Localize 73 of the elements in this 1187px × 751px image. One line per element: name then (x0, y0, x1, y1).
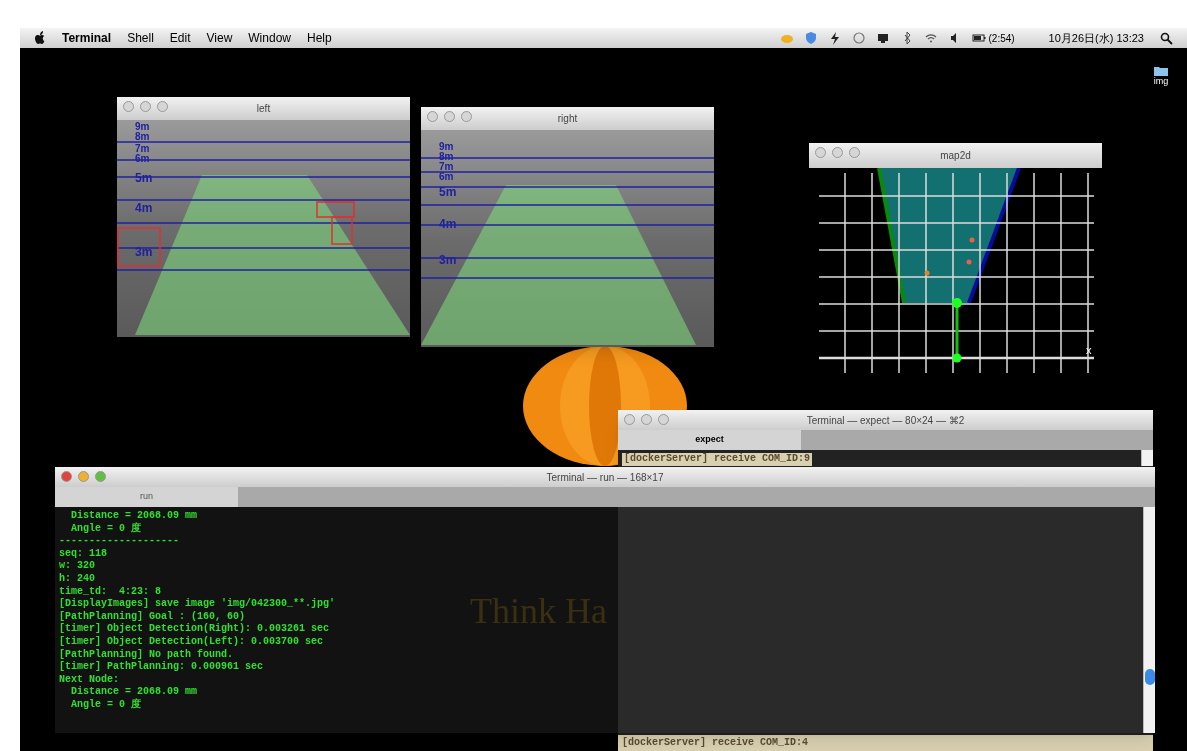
scroll-bar[interactable] (1141, 450, 1153, 466)
close-button[interactable] (61, 471, 72, 482)
scroll-bar[interactable] (1143, 507, 1155, 733)
terminal-line: [timer] Object Detection(Right): 0.003261 sec (59, 623, 330, 636)
minimize-button[interactable] (641, 414, 652, 425)
distance-label: 9m (135, 122, 150, 132)
terminal-tab[interactable]: expect (618, 430, 801, 450)
distance-label: 3m (135, 246, 153, 258)
battery-icon[interactable] (972, 31, 987, 45)
apple-icon[interactable] (34, 31, 46, 45)
terminal-line: Next Node: (59, 673, 119, 686)
terminal-line: seq: 118 (59, 547, 107, 561)
window-title: Terminal — expect — 80×24 — ⌘2 (806, 413, 965, 428)
distance-label: 4m (135, 202, 153, 214)
minimize-button[interactable] (78, 471, 89, 482)
window-title: right (557, 112, 578, 126)
minimize-button[interactable] (832, 147, 843, 158)
zoom-button[interactable] (658, 414, 669, 425)
terminal-line: Angle = 0 度 (70, 698, 141, 712)
title-bar[interactable]: Terminal — run — 168×17 (55, 467, 1155, 487)
scroll-thumb[interactable] (1145, 669, 1155, 685)
app-menu[interactable]: Terminal (62, 29, 112, 47)
menu-item[interactable]: Edit (169, 29, 191, 47)
zoom-button[interactable] (95, 471, 106, 482)
window-title: Terminal — run — 168×17 (546, 470, 664, 485)
wifi-icon[interactable] (924, 31, 939, 45)
folder-icon[interactable] (1154, 66, 1168, 76)
menu-item[interactable]: View (206, 29, 233, 47)
distance-label: 8m (135, 132, 150, 142)
close-button[interactable] (123, 101, 134, 112)
minimize-button[interactable] (444, 111, 455, 122)
distance-label: 9m (439, 142, 454, 152)
shield-icon[interactable] (804, 31, 819, 45)
title-bar[interactable]: left (117, 97, 410, 120)
terminal-line: [PathPlanning] Goal : (160, 60) (59, 610, 246, 623)
axis-label: x (1086, 343, 1092, 358)
menu-item[interactable]: Window (248, 29, 291, 47)
distance-label: 7m (135, 144, 150, 154)
search-icon[interactable] (1160, 31, 1173, 45)
menu-clock[interactable]: 10月26日(水) 13:23 (1048, 29, 1144, 47)
terminal-tab[interactable]: run (55, 487, 238, 507)
close-button[interactable] (815, 147, 826, 158)
terminal-line: Angle = 0 度 (70, 522, 141, 536)
terminal-line: -------------------- (59, 535, 180, 548)
battery-time: (2:54) (988, 31, 1015, 46)
terminal-line: Distance = 2068.09 mm (70, 686, 198, 698)
title-bar[interactable]: Terminal — expect — 80×24 — ⌘2 (618, 410, 1153, 430)
zoom-button[interactable] (461, 111, 472, 122)
menu-item[interactable]: Help (307, 29, 332, 47)
zoom-button[interactable] (157, 101, 168, 112)
distance-label: 3m (439, 254, 457, 266)
distance-label: 6m (439, 172, 454, 182)
terminal-line: [timer] Object Detection(Left): 0.003700 sec (59, 635, 324, 649)
terminal-line: time_td: 4:23: 8 (59, 585, 162, 598)
terminal-line: Distance = 2068.09 mm (70, 510, 198, 522)
menu-item[interactable]: Shell (127, 29, 154, 47)
terminal-line: h: 240 (59, 572, 95, 586)
zoom-button[interactable] (849, 147, 860, 158)
title-bar[interactable]: right (421, 107, 714, 130)
close-button[interactable] (427, 111, 438, 122)
terminal-line: [PathPlanning] No path found. (59, 648, 234, 661)
close-button[interactable] (624, 414, 635, 425)
terminal-line: [DisplayImages] save image 'img/042300_**.jpg' (59, 598, 336, 611)
terminal-line: [timer] PathPlanning: 0.000961 sec (59, 661, 264, 674)
minimize-button[interactable] (140, 101, 151, 112)
distance-label: 7m (439, 162, 454, 172)
distance-label: 5m (439, 186, 457, 198)
window-title: map2d (940, 149, 971, 163)
icon-label[interactable]: img (1153, 76, 1169, 86)
window-title: left (256, 102, 271, 116)
title-bar[interactable]: map2d (809, 143, 1102, 168)
terminal-line: w: 320 (59, 560, 95, 573)
monitor-icon[interactable] (876, 31, 891, 45)
